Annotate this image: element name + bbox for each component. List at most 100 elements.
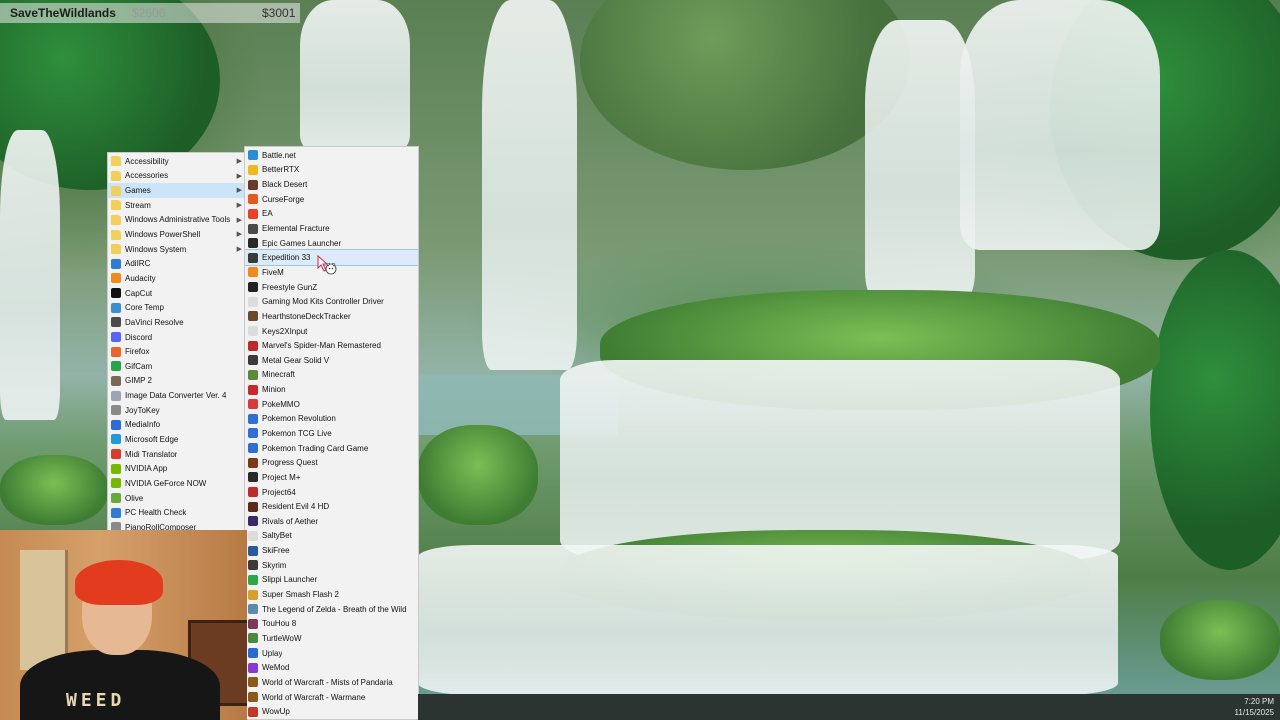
games-menu-item[interactable]: Keys2XInput xyxy=(245,324,418,339)
programs-menu-item-label: Firefox xyxy=(125,347,150,357)
games-menu-item[interactable]: World of Warcraft - Mists of Pandaria xyxy=(245,675,418,690)
programs-menu-item[interactable]: Discord xyxy=(108,330,246,345)
battlenet-icon xyxy=(248,150,258,161)
games-menu-item[interactable]: Elemental Fracture xyxy=(245,221,418,236)
games-menu-item[interactable]: EA xyxy=(245,207,418,222)
minecraft-icon xyxy=(248,369,258,380)
programs-menu-item[interactable]: Core Temp xyxy=(108,300,246,315)
programs-menu-item-label: PC Health Check xyxy=(125,508,187,518)
games-menu-item[interactable]: Project64 xyxy=(245,485,418,500)
games-menu-item[interactable]: World of Warcraft - Warmane xyxy=(245,690,418,705)
games-menu-item[interactable]: Marvel's Spider-Man Remastered xyxy=(245,338,418,353)
programs-menu-item[interactable]: MediaInfo xyxy=(108,418,246,433)
games-menu-item-label: World of Warcraft - Mists of Pandaria xyxy=(262,677,393,687)
amount-faded: $2606 xyxy=(132,6,166,20)
programs-menu-item-label: MediaInfo xyxy=(125,420,161,430)
programs-menu-item[interactable]: GIMP 2 xyxy=(108,374,246,389)
games-menu-item[interactable]: Resident Evil 4 HD xyxy=(245,499,418,514)
app-icon xyxy=(248,530,258,541)
games-menu-item[interactable]: Rivals of Aether xyxy=(245,514,418,529)
programs-menu-item[interactable]: NVIDIA GeForce NOW xyxy=(108,476,246,491)
games-menu-item[interactable]: TouHou 8 xyxy=(245,617,418,632)
games-menu-item[interactable]: HearthstoneDeckTracker xyxy=(245,309,418,324)
programs-menu-item[interactable]: Windows PowerShell ▶ xyxy=(108,227,246,242)
games-menu-item[interactable]: Minion xyxy=(245,382,418,397)
joytokey-icon xyxy=(111,405,121,416)
programs-menu-item[interactable]: CapCut xyxy=(108,286,246,301)
programs-menu-item[interactable]: Midi Translator xyxy=(108,447,246,462)
programs-menu-item-label: Games xyxy=(125,186,151,196)
programs-menu-item-label: GIMP 2 xyxy=(125,376,152,386)
games-menu-item[interactable]: SkiFree xyxy=(245,543,418,558)
games-menu-item[interactable]: The Legend of Zelda - Breath of the Wild xyxy=(245,602,418,617)
stream-overlay-bar: SaveTheWildlands $2606 $3001 xyxy=(0,3,300,23)
programs-menu-item[interactable]: Firefox xyxy=(108,344,246,359)
games-menu-item[interactable]: Battle.net xyxy=(245,148,418,163)
games-menu-item-label: SaltyBet xyxy=(262,531,292,541)
programs-menu-item[interactable]: Image Data Converter Ver. 4 xyxy=(108,388,246,403)
games-menu-item[interactable]: Black Desert xyxy=(245,177,418,192)
games-menu-item[interactable]: Super Smash Flash 2 xyxy=(245,587,418,602)
games-menu-item[interactable]: Freestyle GunZ xyxy=(245,280,418,295)
folder-icon xyxy=(111,229,121,240)
games-menu-item[interactable]: Minecraft xyxy=(245,368,418,383)
games-menu-item-label: HearthstoneDeckTracker xyxy=(262,311,351,321)
zelda-icon xyxy=(248,604,258,615)
games-menu-item[interactable]: PokeMMO xyxy=(245,397,418,412)
games-menu-item[interactable]: Metal Gear Solid V xyxy=(245,353,418,368)
games-menu-item[interactable]: CurseForge xyxy=(245,192,418,207)
programs-menu-item[interactable]: AdiIRC xyxy=(108,256,246,271)
chevron-right-icon: ▶ xyxy=(236,216,242,224)
programs-menu-item[interactable]: Microsoft Edge xyxy=(108,432,246,447)
geforce-now-icon xyxy=(111,478,121,489)
programs-menu-item[interactable]: Windows Administrative Tools ▶ xyxy=(108,213,246,228)
programs-menu-item-label: CapCut xyxy=(125,288,153,298)
mediainfo-icon xyxy=(111,419,121,430)
games-menu-item[interactable]: WowUp xyxy=(245,704,418,719)
games-menu-item[interactable]: Uplay xyxy=(245,646,418,661)
games-menu-item[interactable]: Pokemon TCG Live xyxy=(245,426,418,441)
games-menu-item[interactable]: Pokemon Revolution xyxy=(245,412,418,427)
programs-menu-item[interactable]: Accessibility ▶ xyxy=(108,154,246,169)
red-beanie xyxy=(75,560,163,605)
games-menu-item[interactable]: Project M+ xyxy=(245,470,418,485)
games-menu-item-label: Marvel's Spider-Man Remastered xyxy=(262,341,381,351)
programs-menu-item[interactable]: Audacity xyxy=(108,271,246,286)
games-menu-item[interactable]: Slippi Launcher xyxy=(245,573,418,588)
games-menu-item-label: TouHou 8 xyxy=(262,619,297,629)
minion-icon xyxy=(248,384,258,395)
programs-menu-item[interactable]: Olive xyxy=(108,491,246,506)
programs-menu-item[interactable]: NVIDIA App xyxy=(108,461,246,476)
system-clock[interactable]: 7:20 PM 11/15/2025 xyxy=(1235,696,1274,718)
games-menu-item-label: Pokemon TCG Live xyxy=(262,428,332,438)
programs-menu-item[interactable]: Windows System ▶ xyxy=(108,242,246,257)
games-menu-item[interactable]: TurtleWoW xyxy=(245,631,418,646)
programs-menu-item[interactable]: JoyToKey xyxy=(108,403,246,418)
programs-menu-item[interactable]: Games ▶ xyxy=(108,183,246,198)
games-menu-item[interactable]: Epic Games Launcher xyxy=(245,236,418,251)
games-menu-item[interactable]: BetterRTX xyxy=(245,163,418,178)
games-menu-item-label: Resident Evil 4 HD xyxy=(262,502,330,512)
programs-menu-item[interactable]: PC Health Check xyxy=(108,505,246,520)
gifcam-icon xyxy=(111,361,121,372)
games-menu-item[interactable]: Gaming Mod Kits Controller Driver xyxy=(245,294,418,309)
games-menu-item[interactable]: WeMod xyxy=(245,660,418,675)
curseforge-icon xyxy=(248,194,258,205)
games-menu-item[interactable]: Pokemon Trading Card Game xyxy=(245,441,418,456)
programs-menu-item[interactable]: Accessories ▶ xyxy=(108,169,246,184)
games-menu-item-label: CurseForge xyxy=(262,194,305,204)
games-menu-item[interactable]: Progress Quest xyxy=(245,455,418,470)
programs-menu-item[interactable]: GifCam xyxy=(108,359,246,374)
programs-menu-item-label: JoyToKey xyxy=(125,405,160,415)
programs-menu-item[interactable]: DaVinci Resolve xyxy=(108,315,246,330)
programs-menu-item-label: DaVinci Resolve xyxy=(125,317,184,327)
games-menu-item-label: Battle.net xyxy=(262,150,296,160)
games-menu-item[interactable]: Skyrim xyxy=(245,558,418,573)
games-menu-item-label: Project M+ xyxy=(262,472,301,482)
games-menu-item-label: TurtleWoW xyxy=(262,633,302,643)
games-menu-item-label: Expedition 33 xyxy=(262,253,311,263)
games-menu-item[interactable]: SaltyBet xyxy=(245,529,418,544)
programs-menu-item-label: Core Temp xyxy=(125,303,164,313)
programs-menu-item[interactable]: Stream ▶ xyxy=(108,198,246,213)
games-menu-item-label: Black Desert xyxy=(262,180,308,190)
